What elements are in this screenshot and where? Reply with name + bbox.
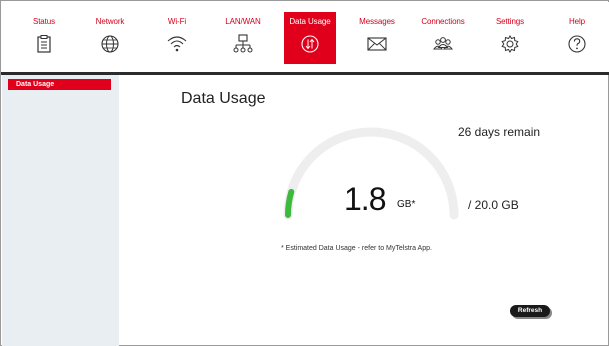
nav-tab-label: Status [32, 17, 56, 26]
nav-tab-label: Connections [421, 17, 465, 26]
nav-tab-status[interactable]: Status [18, 12, 70, 64]
usage-value: 1.8 [344, 181, 386, 217]
top-navigation: Status Network Wi-Fi LAN/WAN Data Usage … [2, 2, 609, 73]
router-admin-window: Status Network Wi-Fi LAN/WAN Data Usage … [0, 0, 609, 346]
nav-tab-data-usage[interactable]: Data Usage [284, 12, 336, 64]
nav-tab-label: Data Usage [289, 17, 331, 26]
usage-unit: GB* [397, 199, 416, 210]
usage-total: / 20.0 GB [468, 198, 519, 212]
page-title: Data Usage [181, 90, 266, 107]
nav-tab-label: Help [568, 17, 586, 26]
users-icon [433, 37, 453, 50]
nav-tab-label: Wi-Fi [167, 17, 187, 26]
nav-tab-settings[interactable]: Settings [484, 12, 536, 64]
globe-icon [101, 35, 119, 53]
nav-tab-help[interactable]: Help [551, 12, 603, 64]
nav-tab-label: LAN/WAN [225, 17, 261, 26]
lan-icon [233, 34, 253, 53]
nav-tab-label: Network [95, 17, 125, 26]
nav-tab-connections[interactable]: Connections [417, 12, 469, 64]
sidebar: Data Usage [2, 75, 119, 346]
data-transfer-icon [301, 35, 319, 53]
nav-tab-label: Messages [359, 17, 395, 26]
envelope-icon [367, 37, 387, 51]
nav-tab-network[interactable]: Network [84, 12, 136, 64]
gear-icon [501, 35, 519, 53]
question-icon [568, 35, 586, 53]
nav-tab-lan-wan[interactable]: LAN/WAN [217, 12, 269, 64]
refresh-button[interactable]: Refresh [510, 305, 550, 317]
days-remaining-text: 26 days remain [458, 125, 541, 139]
sidebar-item-data-usage[interactable]: Data Usage [8, 79, 111, 90]
usage-footnote: * Estimated Data Usage - refer to MyTels… [281, 245, 432, 252]
nav-tab-messages[interactable]: Messages [351, 12, 403, 64]
nav-tab-label: Settings [495, 17, 525, 26]
status-icon [37, 35, 51, 53]
nav-tab-wifi[interactable]: Wi-Fi [151, 12, 203, 64]
wifi-icon [167, 36, 187, 52]
gauge-fill [285, 188, 295, 218]
